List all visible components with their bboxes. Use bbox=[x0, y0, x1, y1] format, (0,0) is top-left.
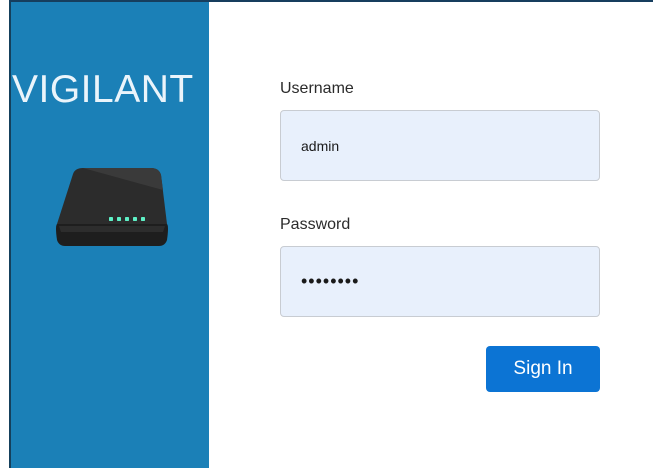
router-icon bbox=[56, 168, 168, 246]
login-page: VIGILANT Username Password Sig bbox=[0, 0, 653, 468]
username-label: Username bbox=[280, 80, 354, 97]
password-input[interactable] bbox=[280, 246, 600, 317]
brand-panel: VIGILANT bbox=[9, 2, 209, 468]
login-form: Username Password bbox=[280, 80, 600, 317]
left-edge bbox=[0, 0, 9, 468]
username-input[interactable] bbox=[280, 110, 600, 181]
sign-in-button[interactable]: Sign In bbox=[486, 346, 600, 392]
brand-logo-text: VIGILANT bbox=[12, 68, 194, 111]
password-label: Password bbox=[280, 216, 351, 233]
